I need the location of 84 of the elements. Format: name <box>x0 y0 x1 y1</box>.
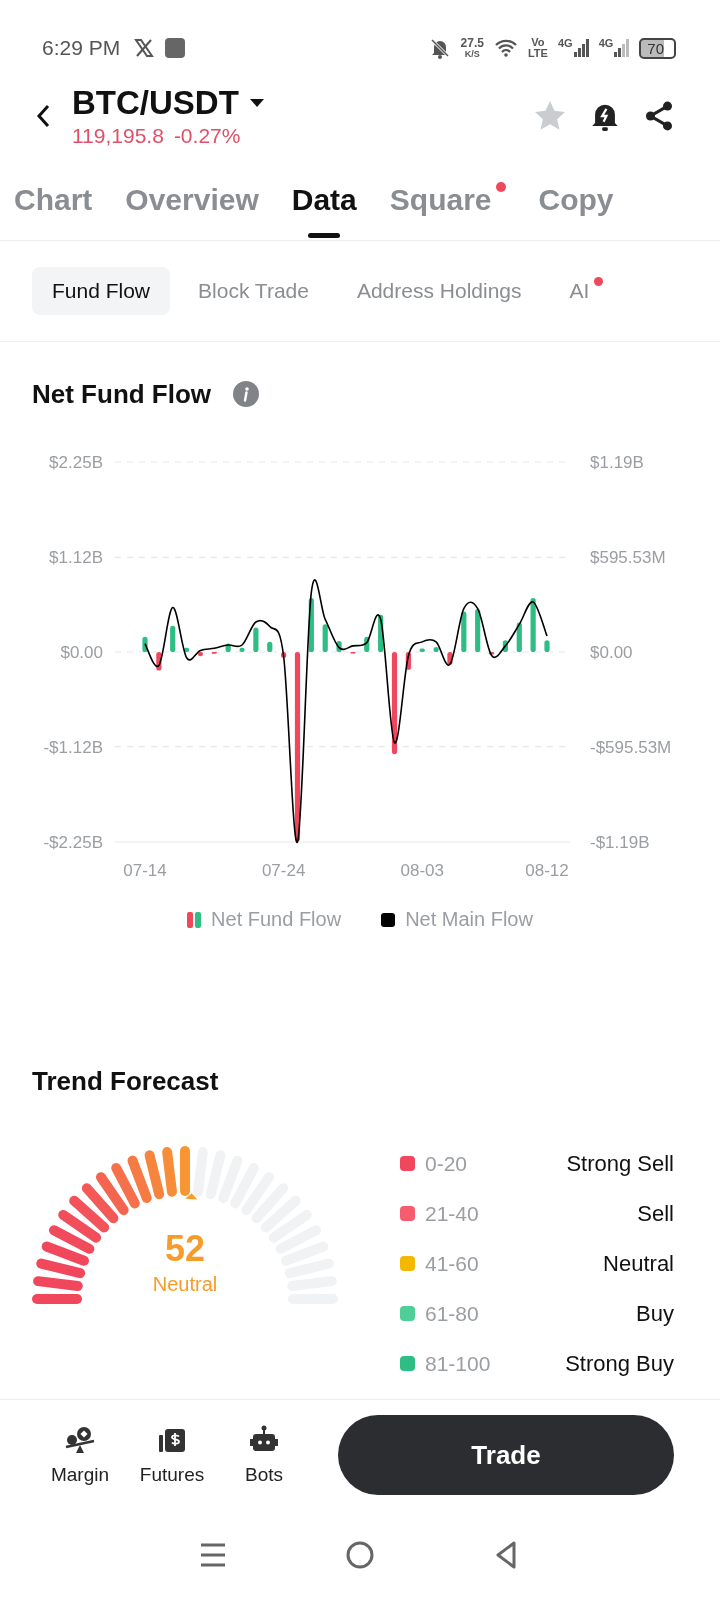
y-axis-label: $2.25B <box>49 453 103 472</box>
toolbar-button[interactable]: Futures <box>132 1424 212 1486</box>
signal-icon <box>572 38 589 58</box>
pair-title[interactable]: BTC/USDT <box>72 84 239 122</box>
x-logo-icon <box>134 38 155 58</box>
status-time: 6:29 PM <box>42 36 121 60</box>
bar <box>267 641 273 652</box>
bar <box>419 648 425 652</box>
legend-swatch-icon <box>381 911 396 928</box>
y-axis-label: $0.00 <box>60 643 103 662</box>
speed-unit: K/S <box>464 49 480 59</box>
bar <box>530 597 536 652</box>
x-axis-label: 08-12 <box>525 861 569 880</box>
tab[interactable]: Data <box>291 160 357 240</box>
bar <box>544 640 550 652</box>
legend-label: Net Main Flow <box>405 908 533 931</box>
bar <box>378 614 384 652</box>
bar <box>281 652 287 658</box>
signal-icon <box>613 38 630 58</box>
volte-top: Vo <box>531 37 545 48</box>
battery-level: 70 <box>639 37 676 59</box>
last-price: 119,195.8 <box>72 124 164 148</box>
info-icon[interactable] <box>233 381 260 407</box>
app-square-icon <box>164 37 187 59</box>
x-axis-label: 07-14 <box>123 861 167 880</box>
bar <box>488 652 495 655</box>
y-axis-label: -$595.53M <box>590 738 672 758</box>
signal-label: Strong Sell <box>566 1150 674 1177</box>
toolbar-button[interactable]: Margin <box>40 1424 120 1486</box>
bar <box>184 647 190 652</box>
bar <box>433 646 439 652</box>
gauge-label: Neutral <box>152 1273 218 1296</box>
speed-value: 27.5 <box>460 37 484 49</box>
volte-bottom: LTE <box>527 48 548 59</box>
network-type: 4G <box>598 38 614 49</box>
bar <box>336 641 342 652</box>
home-circle-icon[interactable] <box>345 1540 375 1570</box>
signal-label: Strong Buy <box>565 1350 674 1377</box>
score-range: 41-60 <box>425 1251 479 1276</box>
sub-tab[interactable]: Fund Flow <box>32 267 171 315</box>
section-title: Net Fund Flow <box>32 378 212 410</box>
bell-muted-icon <box>428 37 451 59</box>
y-axis-label: $1.19B <box>590 453 644 472</box>
y-axis-label: -$1.19B <box>590 833 650 852</box>
y-axis-label: -$1.12B <box>43 737 103 757</box>
bar <box>142 636 148 652</box>
score-range: 0-20 <box>425 1151 468 1176</box>
legend-label: Net Fund Flow <box>211 908 342 931</box>
bar <box>461 611 467 652</box>
bar <box>516 622 522 652</box>
wifi-icon <box>493 38 518 58</box>
x-axis-label: 08-03 <box>400 861 444 880</box>
signal-label: Sell <box>637 1200 674 1227</box>
x-axis-label: 07-24 <box>261 861 306 880</box>
signal-label: Buy <box>636 1300 674 1327</box>
gauge-value: 52 <box>164 1229 205 1269</box>
network-type: 4G <box>557 38 573 49</box>
bar <box>405 652 411 670</box>
bar <box>156 652 162 671</box>
score-range: 21-40 <box>425 1201 479 1226</box>
score-range: 81-100 <box>425 1351 491 1376</box>
signal-label: Neutral <box>603 1250 674 1277</box>
y-axis-label: $0.00 <box>590 643 633 662</box>
price-change: -0.27% <box>173 124 241 148</box>
bar <box>239 647 245 652</box>
legend-swatch-icon <box>187 911 202 928</box>
bar <box>170 625 176 652</box>
bar <box>197 652 204 657</box>
bar <box>225 643 231 652</box>
score-range: 61-80 <box>425 1301 479 1326</box>
section-title: Trend Forecast <box>32 1065 219 1097</box>
trade-button[interactable]: Trade <box>338 1415 674 1495</box>
bar <box>502 640 508 652</box>
bar <box>447 652 453 665</box>
caret-icon[interactable] <box>248 97 265 109</box>
y-axis-label: -$2.25B <box>43 833 103 852</box>
toolbar-button[interactable]: Bots <box>224 1424 304 1486</box>
bar <box>308 597 314 652</box>
bar <box>364 636 370 652</box>
bar <box>253 627 259 652</box>
y-axis-label: $595.53M <box>590 547 666 567</box>
bar <box>475 608 481 652</box>
bar <box>322 624 328 652</box>
y-axis-label: $1.12B <box>49 548 103 568</box>
